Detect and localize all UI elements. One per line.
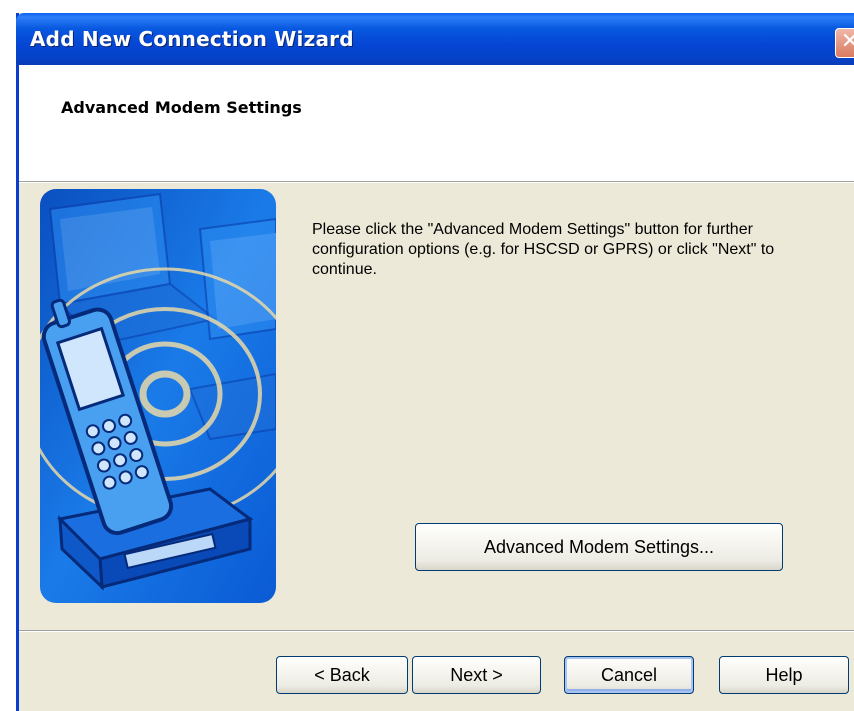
- instructions-text: Please click the "Advanced Modem Setting…: [312, 220, 782, 280]
- page-title: Advanced Modem Settings: [61, 98, 302, 117]
- close-icon: ✕: [840, 29, 854, 54]
- next-button[interactable]: Next >: [412, 656, 541, 694]
- instructions-paragraph: Please click the "Advanced Modem Setting…: [312, 221, 775, 278]
- wizard-window: Add New Connection Wizard ✕ Advanced Mod…: [16, 13, 854, 711]
- wizard-header: Advanced Modem Settings: [19, 65, 854, 183]
- mobile-phone-modem-illustration: [40, 189, 276, 603]
- phone-modem-image: [40, 189, 276, 603]
- help-button[interactable]: Help: [719, 656, 849, 694]
- close-button[interactable]: ✕: [835, 28, 854, 58]
- back-button[interactable]: < Back: [276, 656, 408, 694]
- advanced-modem-settings-button[interactable]: Advanced Modem Settings...: [415, 523, 783, 571]
- footer-separator: [19, 630, 854, 632]
- title-bar[interactable]: Add New Connection Wizard ✕: [16, 13, 854, 65]
- window-title: Add New Connection Wizard: [30, 27, 354, 51]
- cancel-button[interactable]: Cancel: [564, 656, 694, 694]
